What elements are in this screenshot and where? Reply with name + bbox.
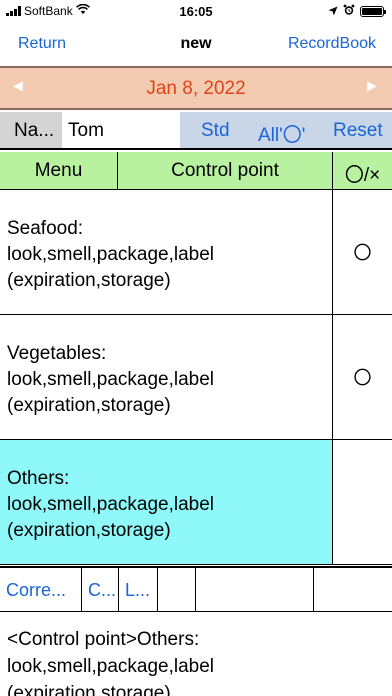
row-check-items: look,smell,package,label — [7, 494, 215, 515]
row-check-items: look,smell,package,label — [7, 369, 215, 390]
name-label: Na... — [0, 112, 62, 148]
status-bar: SoftBank 16:05 — [0, 0, 392, 24]
row-category: Seafood: — [7, 218, 84, 239]
result-mark-cell[interactable] — [333, 440, 392, 564]
detail-title: <Control point>Others: — [7, 629, 200, 650]
name-bar: Na... Tom Std All'〇' Reset — [0, 112, 392, 150]
std-button[interactable]: Std — [201, 120, 230, 142]
row-category: Vegetables: — [7, 343, 107, 364]
tab-correction[interactable]: Corre... — [0, 568, 82, 612]
tab-c[interactable]: C... — [82, 568, 119, 612]
tab-empty-3[interactable] — [314, 568, 392, 612]
name-field[interactable]: Tom — [62, 112, 180, 148]
reset-button[interactable]: Reset — [333, 120, 383, 142]
control-point-cell[interactable]: Seafood: look,smell,package,label (expir… — [0, 190, 333, 314]
table-row-selected[interactable]: Others: look,smell,package,label (expira… — [0, 440, 392, 565]
detail-check-items: look,smell,package,label — [7, 656, 215, 677]
all-circle-button[interactable]: All'〇' — [258, 120, 305, 147]
row-check-details: (expiration,storage) — [7, 270, 171, 291]
table-header: Menu Control point 〇/× — [0, 152, 392, 190]
row-check-details: (expiration,storage) — [7, 520, 171, 541]
location-arrow-icon — [328, 5, 338, 19]
row-category: Others: — [7, 468, 70, 489]
row-check-details: (expiration,storage) — [7, 395, 171, 416]
control-point-detail: <Control point>Others: look,smell,packag… — [0, 614, 392, 696]
battery-icon — [360, 6, 386, 17]
result-column-header: 〇/× — [344, 165, 381, 186]
next-date-button[interactable]: ► — [364, 78, 380, 96]
table-row[interactable]: Seafood: look,smell,package,label (expir… — [0, 190, 392, 315]
control-point-cell[interactable]: Others: look,smell,package,label (expira… — [0, 440, 333, 564]
table-row[interactable]: Vegetables: look,smell,package,label (ex… — [0, 315, 392, 440]
status-right-icons — [328, 4, 386, 19]
date-bar: ◄ Jan 8, 2022 ► — [0, 66, 392, 110]
detail-check-details: (expiration,storage) — [7, 683, 171, 696]
tab-empty-1[interactable] — [158, 568, 196, 612]
alarm-clock-icon — [343, 4, 355, 19]
result-mark-cell[interactable]: 〇 — [333, 315, 392, 439]
navigation-bar: Return new RecordBook — [0, 28, 392, 60]
control-point-column-header: Control point — [118, 152, 333, 190]
result-mark-cell[interactable]: 〇 — [333, 190, 392, 314]
control-point-cell[interactable]: Vegetables: look,smell,package,label (ex… — [0, 315, 333, 439]
action-tabs: Corre... C... L... — [0, 566, 392, 612]
tab-empty-2[interactable] — [196, 568, 314, 612]
row-check-items: look,smell,package,label — [7, 244, 215, 265]
recordbook-button[interactable]: RecordBook — [288, 35, 376, 53]
tab-l[interactable]: L... — [119, 568, 158, 612]
date-label[interactable]: Jan 8, 2022 — [0, 78, 392, 100]
menu-column-header: Menu — [0, 152, 118, 190]
